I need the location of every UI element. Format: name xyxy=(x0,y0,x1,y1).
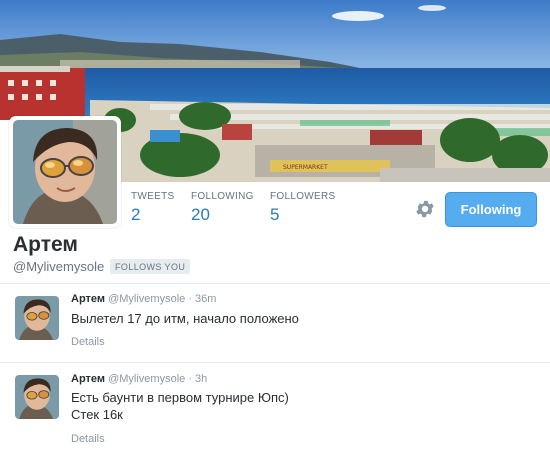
tweet-text: Вылетел 17 до итм, начало положено xyxy=(71,311,299,326)
tweet-details-link[interactable]: Details xyxy=(71,433,105,445)
tweet-header: Артем @Mylivemysole · 3h xyxy=(71,373,207,385)
supermarket-sign: SUPERMARKET xyxy=(283,164,328,171)
tweet-item[interactable]: Артем @Mylivemysole · 36m Вылетел 17 до … xyxy=(0,284,550,362)
stat-following-label: FOLLOWING xyxy=(191,191,254,202)
tweet-meta: @Mylivemysole · 36m xyxy=(108,293,217,305)
stat-tweets-value: 2 xyxy=(131,205,141,224)
follows-you-badge: FOLLOWS YOU xyxy=(110,259,191,274)
tweet-text-line-1: Есть баунти в первом турнире Юпс) xyxy=(71,390,289,405)
tweet-author-name[interactable]: Артем xyxy=(71,373,105,385)
tweet-author-name[interactable]: Артем xyxy=(71,293,105,305)
tweet-item[interactable]: Артем @Mylivemysole · 3h Есть баунти в п… xyxy=(0,363,550,457)
tweet-avatar[interactable] xyxy=(15,375,59,419)
tweet-text-line-2: Стек 16к xyxy=(71,407,123,422)
profile-handle[interactable]: @Mylivemysole xyxy=(13,259,104,274)
stat-following-value: 20 xyxy=(191,205,210,224)
tweet-meta: @Mylivemysole · 3h xyxy=(108,373,208,385)
avatar-photo xyxy=(13,120,117,224)
stat-following[interactable]: FOLLOWING 20 xyxy=(191,191,254,225)
stat-followers-label: FOLLOWERS xyxy=(270,191,336,202)
tweet-details-link[interactable]: Details xyxy=(71,336,105,348)
profile-name: Артем xyxy=(13,233,78,256)
stat-followers-value: 5 xyxy=(270,205,280,224)
stat-tweets[interactable]: TWEETS 2 xyxy=(131,191,174,225)
stat-followers[interactable]: FOLLOWERS 5 xyxy=(270,191,336,225)
stat-tweets-label: TWEETS xyxy=(131,191,175,202)
profile-avatar[interactable] xyxy=(9,116,121,228)
tweet-avatar[interactable] xyxy=(15,296,59,340)
following-button[interactable]: Following xyxy=(445,192,537,227)
tweet-header: Артем @Mylivemysole · 36m xyxy=(71,293,216,305)
gear-icon[interactable] xyxy=(414,198,436,220)
